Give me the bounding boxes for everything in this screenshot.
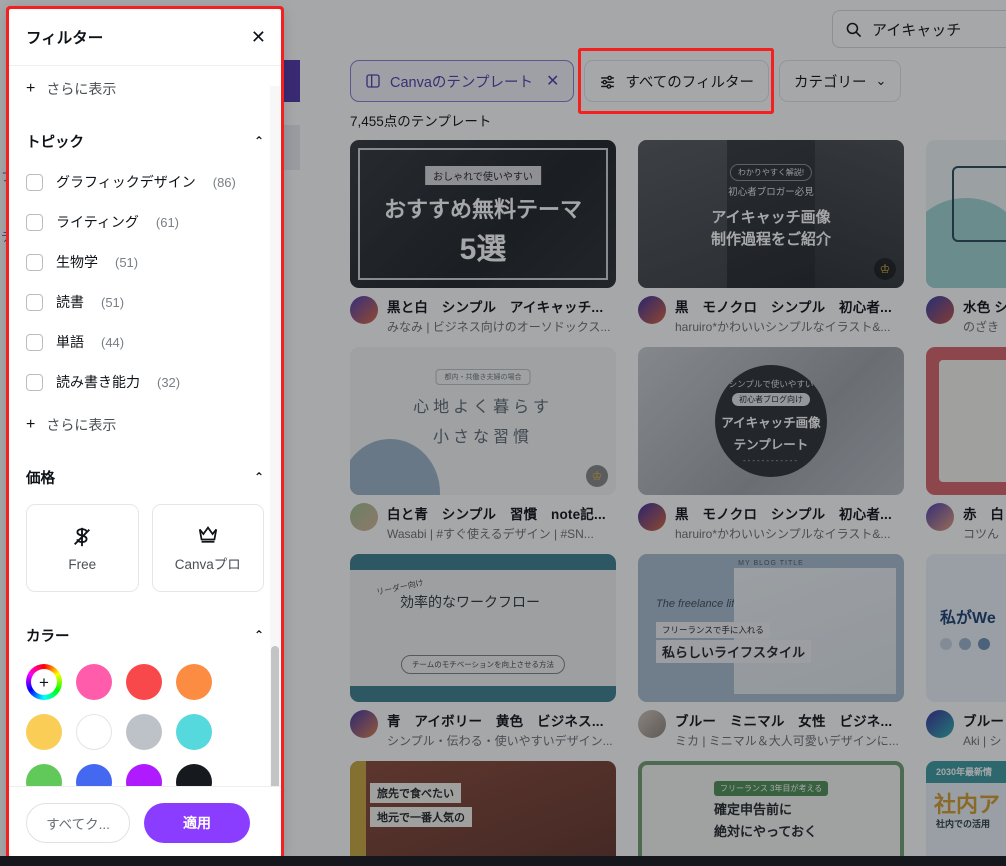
topic-count: (51) — [101, 294, 125, 310]
section-header-price[interactable]: 価格 ⌃ — [26, 456, 264, 498]
checkbox[interactable] — [26, 213, 43, 231]
filter-panel-footer: すべてク... 適用 — [8, 786, 282, 858]
dollar-icon — [74, 527, 91, 546]
color-swatch-orange[interactable] — [176, 664, 212, 700]
all-filters-highlight-top — [578, 48, 774, 114]
show-more-top-label: さらに表示 — [46, 81, 117, 97]
color-swatch-gray[interactable] — [126, 714, 162, 750]
topic-checkbox-1[interactable]: ライティング (61) — [26, 202, 264, 242]
color-swatch-blue[interactable] — [76, 764, 112, 786]
topic-label: 生物学 — [56, 254, 98, 270]
topic-count: (32) — [157, 374, 181, 390]
plus-icon: + — [26, 80, 36, 97]
section-color-label: カラー — [26, 628, 70, 645]
section-header-topic[interactable]: トピック ⌃ — [26, 120, 264, 162]
topic-label: 読書 — [56, 294, 84, 310]
checkbox[interactable] — [26, 253, 43, 271]
checkbox[interactable] — [26, 333, 43, 351]
price-pro-label: Canvaプロ — [174, 557, 241, 572]
topic-checkbox-0[interactable]: グラフィックデザイン (86) — [26, 162, 264, 202]
color-swatch-cyan[interactable] — [176, 714, 212, 750]
filter-panel-header: フィルター ✕ — [8, 8, 282, 66]
scrollbar-thumb[interactable] — [271, 646, 279, 786]
topic-label: ライティング — [56, 214, 139, 230]
chevron-up-icon: ⌃ — [253, 470, 264, 484]
apply-button[interactable]: 適用 — [144, 802, 250, 843]
color-swatch-yellow[interactable] — [26, 714, 62, 750]
section-price-label: 価格 — [26, 470, 55, 487]
color-swatch-pink[interactable] — [76, 664, 112, 700]
app-root: フ テ アイキャッチ Canvaのテンプレート ✕ すべてのフィルター カテゴリ… — [0, 0, 1006, 866]
checkbox[interactable] — [26, 173, 43, 191]
show-more-topic-label: さらに表示 — [46, 417, 117, 433]
checkbox[interactable] — [26, 373, 43, 391]
topic-count: (61) — [155, 214, 180, 230]
section-header-color[interactable]: カラー ⌃ — [26, 614, 264, 656]
color-swatch-purple[interactable] — [126, 764, 162, 786]
price-options: Free Canvaプロ — [26, 504, 264, 592]
color-swatches: + — [26, 664, 250, 786]
topic-checkbox-2[interactable]: 生物学 (51) — [26, 242, 264, 282]
crown-icon — [198, 526, 217, 543]
section-topic-label: トピック — [26, 134, 84, 151]
show-more-topic-button[interactable]: + さらに表示 — [26, 402, 264, 448]
topic-checkbox-4[interactable]: 単語 (44) — [26, 322, 264, 362]
color-swatch-green[interactable] — [26, 764, 62, 786]
topic-count: (51) — [115, 254, 139, 270]
topic-count: (86) — [212, 174, 236, 190]
plus-icon: + — [26, 416, 36, 433]
panel-scrollbar[interactable] — [270, 86, 280, 786]
price-option-pro[interactable]: Canvaプロ — [151, 504, 264, 592]
chevron-up-icon: ⌃ — [253, 628, 264, 642]
price-option-free[interactable]: Free — [26, 504, 139, 592]
checkbox[interactable] — [26, 293, 43, 311]
topic-checkbox-3[interactable]: 読書 (51) — [26, 282, 264, 322]
color-swatch-white[interactable] — [76, 714, 112, 750]
show-more-top-button[interactable]: + さらに表示 — [26, 66, 264, 112]
filter-panel-title: フィルター — [26, 29, 104, 47]
topic-count: (44) — [101, 334, 125, 350]
taskbar — [0, 856, 1006, 866]
plus-icon: + — [39, 672, 49, 692]
color-swatch-black[interactable] — [176, 764, 212, 786]
topic-label: 読み書き能力 — [56, 374, 140, 390]
clear-all-button[interactable]: すべてク... — [26, 802, 130, 843]
color-swatch-red[interactable] — [126, 664, 162, 700]
color-swatch-picker[interactable]: + — [26, 664, 62, 700]
topic-checkbox-5[interactable]: 読み書き能力 (32) — [26, 362, 264, 402]
topic-label: グラフィックデザイン — [56, 174, 196, 190]
chevron-up-icon: ⌃ — [253, 134, 264, 148]
topic-label: 単語 — [56, 334, 84, 350]
close-icon[interactable]: ✕ — [251, 28, 266, 46]
filter-panel: フィルター ✕ + さらに表示 トピック ⌃ グラフィックデザイン (86) ラ… — [8, 8, 282, 858]
price-free-label: Free — [68, 556, 97, 572]
filter-panel-body: + さらに表示 トピック ⌃ グラフィックデザイン (86) ライティング (6… — [8, 66, 282, 786]
